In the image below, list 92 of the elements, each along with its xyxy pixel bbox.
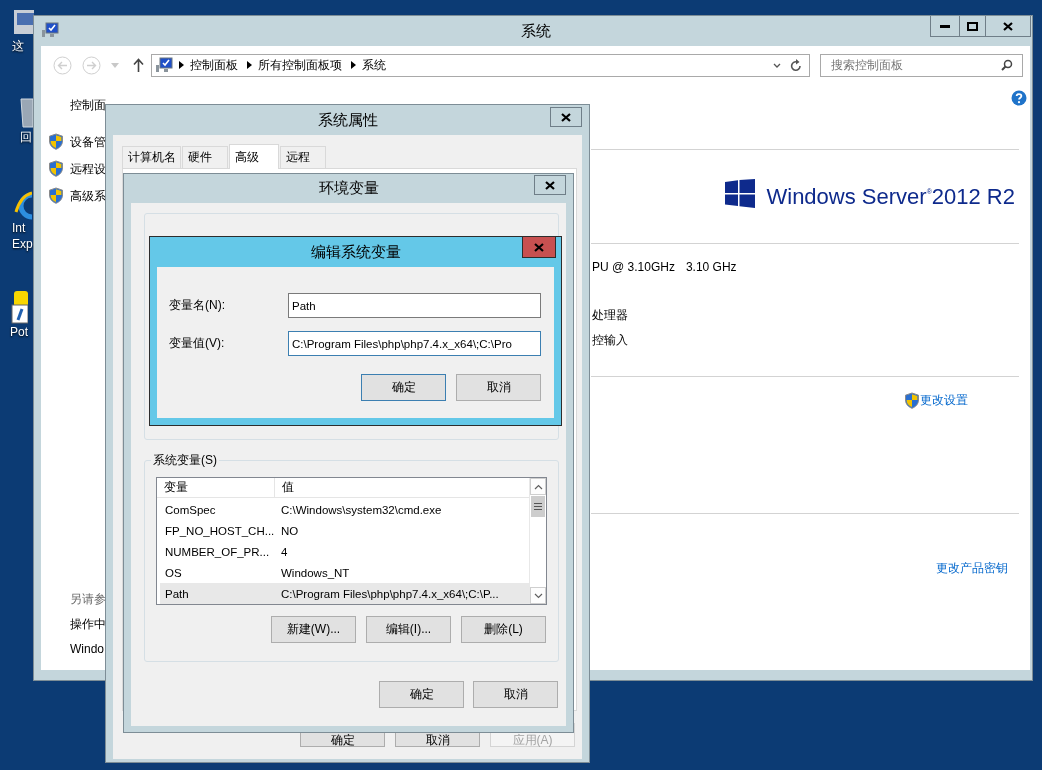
tab[interactable]: 高级 <box>229 144 279 169</box>
dialog-button[interactable]: 确定 <box>361 374 446 401</box>
chevron-icon <box>351 61 356 69</box>
computer-icon <box>155 56 173 74</box>
sidebar-link[interactable]: 远程设 <box>70 160 106 177</box>
field-label: 变量名(N): <box>169 297 226 314</box>
list-row[interactable]: NUMBER_OF_PR... 4 <box>160 541 529 562</box>
shield-icon <box>48 160 64 177</box>
change-key-link[interactable]: 更改产品密钥 <box>936 560 1008 577</box>
shield-icon <box>904 392 920 409</box>
icon-label: Pot <box>10 324 28 340</box>
maximize-icon <box>967 21 978 31</box>
minimize-icon <box>940 24 950 28</box>
scrollbar-thumb[interactable] <box>531 496 545 517</box>
icon-label: Int <box>12 220 27 236</box>
list-row[interactable]: Path C:\Program Files\php\php7.4.x_x64\;C:\P... <box>160 583 529 604</box>
table-cell-text: ComSpec <box>164 503 217 516</box>
input-field[interactable]: Path <box>288 293 541 318</box>
field-label: 变量值(V): <box>169 335 226 352</box>
tab[interactable]: 远程 <box>280 146 326 168</box>
table-cell-text: Windows_NT <box>280 566 351 579</box>
address-bar[interactable]: 控制面板 所有控制面板项 系统 <box>151 53 810 77</box>
sidebar-link[interactable]: 设备管 <box>70 133 106 150</box>
dialog-button[interactable]: 编辑(I)... <box>366 616 451 643</box>
icon-label: 这 <box>12 38 25 54</box>
dialog-button[interactable]: 删除(L) <box>461 616 546 643</box>
search-icon <box>1001 59 1013 71</box>
scroll-down-icon <box>533 592 543 599</box>
icon-label: Exp <box>12 236 33 252</box>
info-text: PU @ 3.10GHz <box>592 259 675 275</box>
table-cell-text: NO <box>280 524 300 537</box>
chevron-icon <box>247 61 252 69</box>
list-row[interactable]: OS Windows_NT <box>160 562 529 583</box>
logo-text: 2012 R2 <box>931 185 1015 209</box>
dialog-button[interactable]: 取消 <box>456 374 541 401</box>
breadcrumb[interactable]: 所有控制面板项 <box>258 56 342 74</box>
info-text: 3.10 GHz <box>685 259 737 275</box>
window-title: 编辑系统变量 <box>310 242 401 262</box>
table-cell-text: NUMBER_OF_PR... <box>164 545 271 558</box>
tab[interactable]: 计算机名 <box>122 146 181 168</box>
logo-text: Windows Server <box>766 185 927 209</box>
chevron-icon <box>179 61 184 69</box>
sidebar-link[interactable]: Windo <box>48 641 104 657</box>
computer-icon <box>41 22 59 39</box>
close-icon <box>1003 21 1013 31</box>
table-cell-text: FP_NO_HOST_CH... <box>164 524 275 537</box>
window-title: 系统 <box>520 21 551 41</box>
table-cell-text: 4 <box>280 545 289 558</box>
up-arrow-icon[interactable] <box>133 58 144 72</box>
close-button[interactable] <box>534 175 566 195</box>
close-button[interactable] <box>550 107 582 127</box>
close-icon <box>561 112 571 122</box>
column-header[interactable]: 变量 <box>157 478 275 498</box>
table-cell-text: C:\Program Files\php\php7.4.x_x64\;C:\P... <box>280 587 500 600</box>
change-settings-link[interactable]: 更改设置 <box>920 392 968 409</box>
grip-icon <box>534 503 542 510</box>
sidebar-link[interactable]: 操作中 <box>48 616 106 632</box>
sidebar-link[interactable]: 控制面 <box>48 97 106 113</box>
close-icon <box>534 242 544 252</box>
scroll-up-button[interactable] <box>530 478 546 495</box>
dialog-button[interactable]: 新建(W)... <box>271 616 356 643</box>
refresh-icon[interactable] <box>790 58 802 72</box>
search-field[interactable]: 搜索控制面板 <box>820 53 1023 77</box>
list-row[interactable]: FP_NO_HOST_CH... NO <box>160 520 529 541</box>
list-row[interactable]: ComSpec C:\Windows\system32\cmd.exe <box>160 499 529 520</box>
browser-icon <box>12 190 32 220</box>
table-cell-text: Path <box>164 587 190 600</box>
dialog-button[interactable]: 确定 <box>379 681 464 708</box>
breadcrumb[interactable]: 控制面板 <box>190 56 238 74</box>
window-title: 系统属性 <box>317 110 378 130</box>
window-title: 环境变量 <box>318 179 379 198</box>
info-text: 处理器 <box>592 307 628 323</box>
group-label: 系统变量(S) <box>152 453 218 467</box>
close-icon <box>545 180 555 190</box>
info-text: 控输入 <box>592 332 628 348</box>
player-icon <box>8 290 28 324</box>
help-icon[interactable] <box>1011 90 1027 106</box>
shield-icon <box>48 187 64 204</box>
input-field[interactable]: C:\Program Files\php\php7.4.x_x64\;C:\Pro <box>288 331 541 356</box>
icon-label: 回 <box>20 129 33 145</box>
table-cell-text: C:\Windows\system32\cmd.exe <box>280 503 443 516</box>
dropdown-icon <box>773 62 781 68</box>
tab[interactable]: 硬件 <box>182 146 228 168</box>
table-cell-text: OS <box>164 566 183 579</box>
scroll-up-icon <box>533 483 543 490</box>
scroll-down-button[interactable] <box>530 587 546 604</box>
shield-icon <box>48 133 64 150</box>
column-header[interactable]: 值 <box>275 478 529 498</box>
sidebar-link[interactable]: 高级系 <box>70 187 106 204</box>
breadcrumb[interactable]: 系统 <box>362 56 386 74</box>
section-heading: 另请参 <box>69 591 106 607</box>
dialog-button[interactable]: 取消 <box>473 681 558 708</box>
